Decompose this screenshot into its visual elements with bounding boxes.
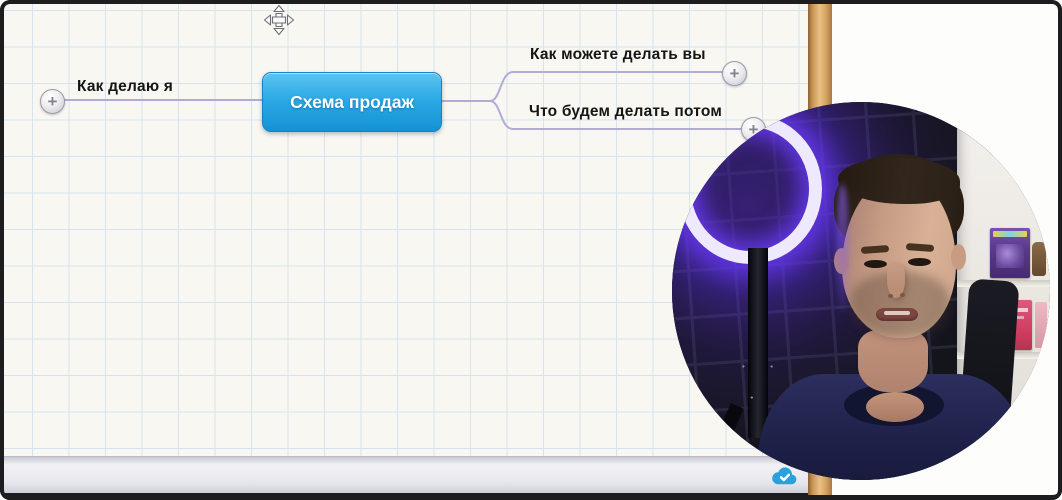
presenter-nostril	[888, 294, 893, 298]
presenter-chest	[866, 392, 924, 422]
presenter-ear	[951, 244, 966, 270]
add-topic-button-left[interactable]: +	[40, 89, 65, 114]
presenter-mouth	[876, 308, 918, 321]
root-node[interactable]: Схема продаж	[262, 72, 442, 132]
figurine	[1032, 242, 1046, 276]
add-topic-button-right-top[interactable]: +	[722, 61, 747, 86]
presenter-eye	[864, 260, 887, 268]
app-window: + Как делаю я Схема продаж Как можете де…	[0, 0, 1062, 500]
presenter-head	[834, 154, 974, 354]
root-node-label: Схема продаж	[290, 92, 414, 113]
move-cursor-icon	[263, 4, 295, 36]
plus-icon: +	[48, 93, 58, 110]
pale-book	[1035, 302, 1047, 348]
presenter-nostril	[900, 293, 905, 297]
purple-poster	[990, 228, 1030, 278]
topic-left[interactable]: Как делаю я	[77, 78, 173, 96]
presenter-eye	[908, 258, 931, 266]
plus-icon: +	[730, 65, 740, 82]
ring-light	[678, 114, 822, 264]
topic-right-top[interactable]: Как можете делать вы	[530, 46, 706, 64]
cloud-check-sync-icon[interactable]	[771, 464, 799, 487]
webcam-overlay	[672, 102, 1050, 480]
purple-rim-light	[836, 184, 849, 314]
